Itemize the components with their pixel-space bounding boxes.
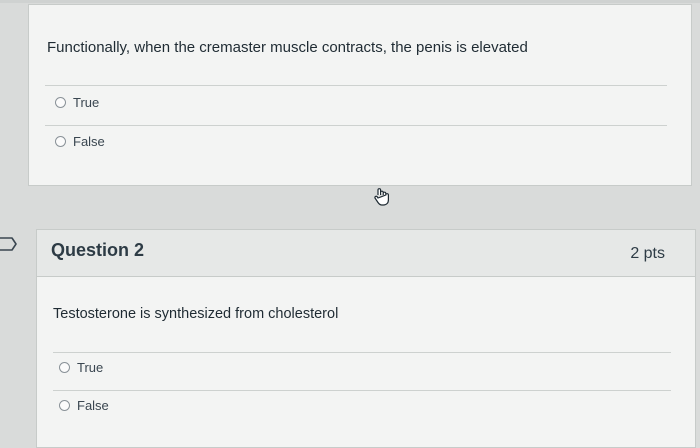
radio-button-icon[interactable] <box>59 362 70 373</box>
question-2-card: Question 2 2 pts Testosterone is synthes… <box>36 229 696 448</box>
question-1-text: Functionally, when the cremaster muscle … <box>47 39 528 56</box>
question-2-points: 2 pts <box>630 245 665 262</box>
question-1-divider-top <box>45 85 667 86</box>
answer-label: False <box>73 134 105 149</box>
flag-outline-icon[interactable] <box>0 236 18 252</box>
question-2-answer-false[interactable]: False <box>59 398 109 413</box>
top-edge <box>0 0 700 3</box>
radio-button-icon[interactable] <box>55 136 66 147</box>
question-1-answer-true[interactable]: True <box>55 95 99 110</box>
hand-pointer-icon <box>374 188 389 206</box>
question-2-header: Question 2 2 pts <box>37 230 695 277</box>
question-1-divider-mid <box>45 125 667 126</box>
radio-button-icon[interactable] <box>59 400 70 411</box>
question-2-answer-true[interactable]: True <box>59 360 103 375</box>
question-2-title: Question 2 <box>51 240 145 260</box>
answer-label: False <box>77 398 109 413</box>
question-1-answer-false[interactable]: False <box>55 134 105 149</box>
question-2-divider-mid <box>53 390 671 391</box>
question-2-divider-top <box>53 352 671 353</box>
question-1-card: Functionally, when the cremaster muscle … <box>28 4 692 186</box>
question-2-text: Testosterone is synthesized from cholest… <box>53 306 339 322</box>
radio-button-icon[interactable] <box>55 97 66 108</box>
answer-label: True <box>77 360 104 375</box>
answer-label: True <box>73 95 100 110</box>
